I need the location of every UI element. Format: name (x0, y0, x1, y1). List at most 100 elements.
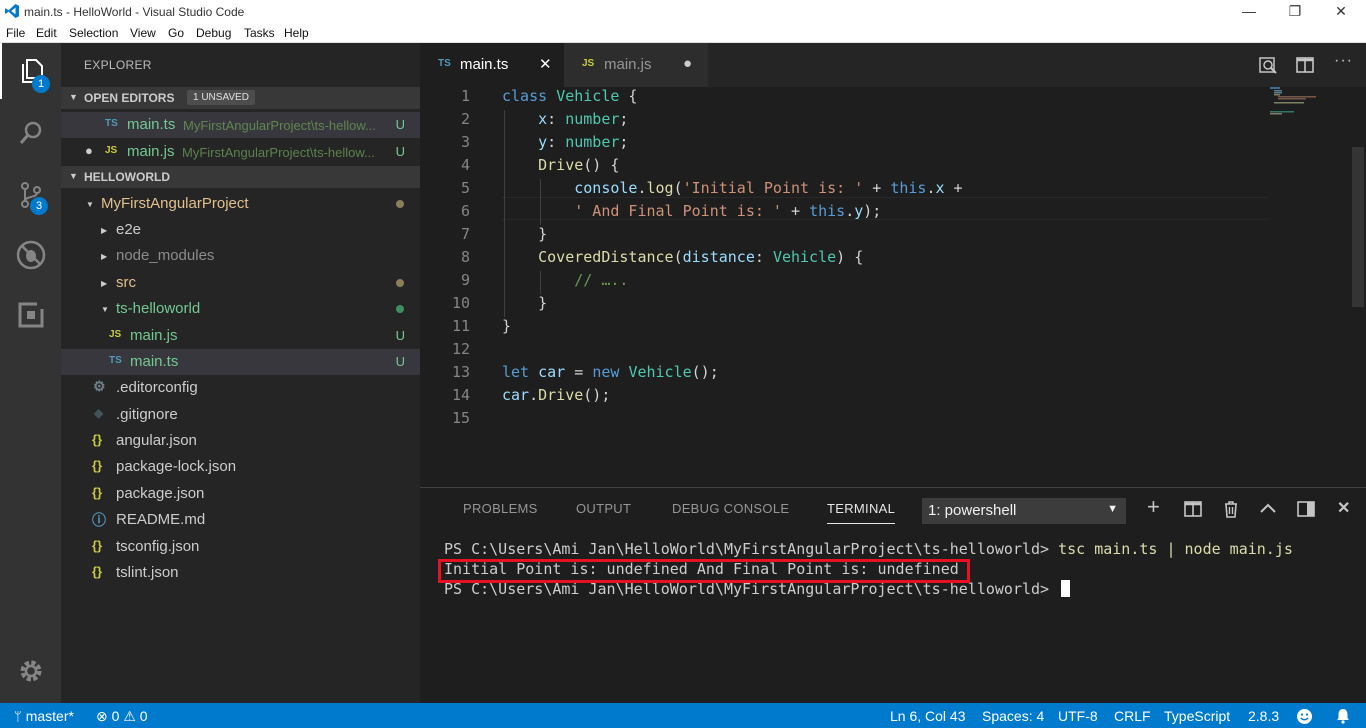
close-window-button[interactable]: ✕ (1318, 2, 1364, 22)
tab-problems[interactable]: PROBLEMS (463, 501, 538, 516)
encoding[interactable]: UTF-8 (1058, 708, 1098, 724)
more-actions-icon[interactable]: ··· (1334, 52, 1353, 70)
settings-activity[interactable] (0, 643, 61, 699)
activity-bar: 1 3 (0, 43, 61, 703)
bell-icon[interactable] (1334, 707, 1352, 725)
maximize-button[interactable]: ❐ (1272, 2, 1318, 22)
file-item[interactable]: {} angular.json (61, 428, 420, 454)
menu-tasks[interactable]: Tasks (244, 26, 275, 40)
typescript-version[interactable]: 2.8.3 (1248, 708, 1279, 724)
terminal-command: tsc main.ts | node main.js (1058, 540, 1293, 558)
explorer-activity[interactable]: 1 (0, 43, 61, 99)
file-item[interactable]: {} package-lock.json (61, 454, 420, 480)
folder-item[interactable]: ▶ node_modules (61, 243, 420, 269)
open-editor-item[interactable]: TS main.ts MyFirstAngularProject\ts-hell… (61, 112, 420, 138)
git-status-untracked: U (395, 144, 405, 159)
debug-activity[interactable] (0, 227, 61, 283)
gear-icon (20, 660, 41, 682)
toggle-panel-position-icon[interactable] (1297, 501, 1315, 517)
branch-name: master* (25, 708, 74, 724)
chevron-down-icon: ▼ (101, 305, 109, 314)
code-editor[interactable]: 1 2 3 4 5 6 7 8 9 10 11 12 13 14 15 class Vehicle { x:… (420, 87, 1366, 487)
chevron-down-icon: ▼ (86, 200, 94, 209)
editor-scrollbar[interactable] (1350, 87, 1366, 487)
chevron-right-icon: ▶ (101, 252, 108, 261)
file-item[interactable]: ⚙ .editorconfig (61, 375, 420, 401)
minimize-button[interactable]: — (1226, 2, 1272, 22)
file-item[interactable]: TS main.ts U (61, 349, 420, 375)
menu-edit[interactable]: Edit (36, 26, 57, 40)
indentation[interactable]: Spaces: 4 (982, 708, 1044, 724)
git-branch-icon: ᛘ (14, 709, 22, 724)
open-editors-header[interactable]: ▼ OPEN EDITORS 1 UNSAVED (61, 87, 420, 109)
language-mode[interactable]: TypeScript (1164, 708, 1230, 724)
new-terminal-icon[interactable]: + (1147, 494, 1160, 520)
tab-main-js[interactable]: JS main.js ● (564, 43, 708, 87)
file-item[interactable]: {} tslint.json (61, 560, 420, 586)
code-line: x: number; (538, 110, 629, 128)
menu-selection[interactable]: Selection (69, 26, 118, 40)
json-file-icon: {} (92, 458, 103, 473)
terminal-select[interactable]: 1: powershell ▼ (922, 498, 1126, 524)
tab-output[interactable]: OUTPUT (576, 501, 631, 516)
file-name: main.ts (130, 353, 179, 370)
menu-debug[interactable]: Debug (196, 26, 231, 40)
split-terminal-icon[interactable] (1184, 501, 1202, 517)
close-icon[interactable]: ✕ (539, 55, 552, 73)
end-of-line[interactable]: CRLF (1114, 708, 1151, 724)
git-status-untracked: U (395, 328, 405, 343)
chevron-up-icon[interactable] (1260, 502, 1276, 514)
code-line: Drive() { (538, 156, 620, 174)
folder-item[interactable]: ▼ MyFirstAngularProject (61, 191, 420, 217)
menu-help[interactable]: Help (284, 26, 309, 40)
scm-badge: 3 (30, 197, 48, 215)
folder-item[interactable]: ▶ e2e (61, 217, 420, 243)
problems-indicator[interactable]: ⊗ 0 ⚠ 0 (96, 708, 148, 725)
tab-terminal[interactable]: TERMINAL (827, 501, 895, 516)
file-name: tslint.json (116, 564, 179, 581)
tab-debug-console[interactable]: DEBUG CONSOLE (672, 501, 789, 516)
terminal-select-value: 1: powershell (928, 502, 1017, 519)
branch-indicator[interactable]: ᛘ master* (14, 708, 74, 724)
untracked-dot-icon (396, 305, 404, 313)
cursor-position[interactable]: Ln 6, Col 43 (890, 708, 966, 724)
menu-file[interactable]: File (6, 26, 25, 40)
trash-icon[interactable] (1223, 500, 1239, 518)
file-name: .gitignore (116, 406, 178, 423)
extensions-activity[interactable] (0, 287, 61, 343)
search-activity[interactable] (0, 105, 61, 161)
title-bar: main.ts - HelloWorld - Visual Studio Cod… (0, 0, 1366, 23)
open-editor-item[interactable]: ● JS main.js MyFirstAngularProject\ts-he… (61, 139, 420, 165)
dirty-dot-icon[interactable]: ● (683, 55, 692, 72)
source-control-activity[interactable]: 3 (0, 167, 61, 223)
javascript-file-icon: JS (105, 145, 118, 156)
folder-item[interactable]: ▼ ts-helloworld (61, 296, 420, 322)
open-preview-icon[interactable] (1258, 55, 1278, 75)
menu-view[interactable]: View (130, 26, 156, 40)
folder-item[interactable]: ▶ src (61, 270, 420, 296)
file-name: package-lock.json (116, 458, 237, 475)
close-panel-icon[interactable]: ✕ (1337, 498, 1350, 518)
menu-go[interactable]: Go (168, 26, 184, 40)
split-editor-icon[interactable] (1296, 56, 1314, 74)
code-line: car.Drive(); (502, 386, 611, 404)
modified-dot-icon (396, 279, 404, 287)
open-editor-name: main.js (127, 143, 175, 160)
smiley-feedback-icon[interactable] (1296, 708, 1313, 725)
tab-main-ts[interactable]: TS main.ts ✕ (420, 43, 564, 87)
minimap[interactable] (1268, 87, 1350, 147)
file-item[interactable]: ◆ .gitignore (61, 402, 420, 428)
annotation-highlight-box (438, 559, 970, 583)
line-number: 11 (451, 317, 470, 335)
workspace-header[interactable]: ▼ HELLOWORLD (61, 166, 420, 188)
folder-name: e2e (116, 221, 142, 238)
line-number: 1 (460, 87, 470, 105)
file-name: tsconfig.json (116, 538, 200, 555)
file-item[interactable]: JS main.js U (61, 323, 420, 349)
file-item[interactable]: {} package.json (61, 481, 420, 507)
scrollbar-thumb[interactable] (1352, 147, 1364, 307)
editor-tabs: TS main.ts ✕ JS main.js ● ··· (420, 43, 1366, 87)
file-item[interactable]: {} tsconfig.json (61, 534, 420, 560)
file-item[interactable]: ⓘ README.md (61, 507, 420, 533)
